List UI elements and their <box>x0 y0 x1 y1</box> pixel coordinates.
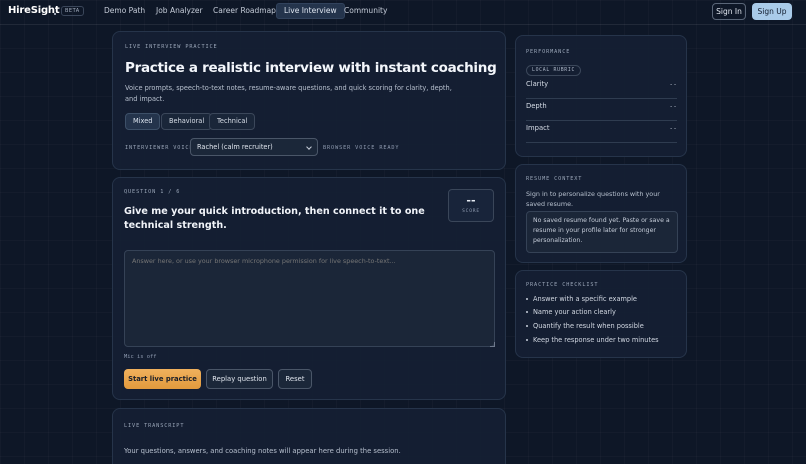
bullet-icon <box>526 298 528 300</box>
replay-question-button[interactable]: Replay question <box>206 369 273 389</box>
bullet-icon <box>526 339 528 341</box>
resize-handle-icon[interactable] <box>490 342 495 347</box>
metric-value: -- <box>669 124 677 132</box>
hero-eyebrow: LIVE INTERVIEW PRACTICE <box>125 44 218 50</box>
checklist-item: Answer with a specific example <box>526 295 637 303</box>
score-label: SCORE <box>462 209 480 214</box>
mode-chip-mixed[interactable]: Mixed <box>125 113 161 130</box>
transcript-empty-text: Your questions, answers, and coaching no… <box>124 447 401 455</box>
resume-notice: No saved resume found yet. Paste or save… <box>526 211 678 253</box>
transcript-eyebrow: LIVE TRANSCRIPT <box>124 423 185 429</box>
score-box: -- SCORE <box>448 189 494 222</box>
mode-chip-behavioral[interactable]: Behavioral <box>161 113 213 130</box>
top-nav: HireSight BETA Demo Path Job Analyzer Ca… <box>0 0 806 25</box>
metric-label: Impact <box>526 124 550 132</box>
bullet-icon <box>526 325 528 327</box>
start-live-practice-button[interactable]: Start live practice <box>124 369 201 389</box>
bullet-icon <box>526 311 528 313</box>
question-card: QUESTION 1 / 6 Give me your quick introd… <box>112 177 506 400</box>
chevron-down-icon <box>306 144 312 150</box>
voice-select-value: Rachel (calm recruiter) <box>197 143 273 151</box>
sign-in-button[interactable]: Sign In <box>712 3 746 20</box>
page-title: Practice a realistic interview with inst… <box>125 60 497 76</box>
practice-checklist-panel: PRACTICE CHECKLIST Answer with a specifi… <box>515 270 687 358</box>
metric-label: Depth <box>526 102 547 110</box>
interviewer-voice-label: INTERVIEWER VOICE <box>125 145 194 151</box>
logo-dot-icon <box>54 13 56 15</box>
performance-panel: PERFORMANCE LOCAL RUBRIC Clarity -- Dept… <box>515 35 687 157</box>
nav-link-job-analyzer[interactable]: Job Analyzer <box>149 3 210 19</box>
interviewer-voice-select[interactable]: Rachel (calm recruiter) <box>190 138 318 156</box>
checklist-eyebrow: PRACTICE CHECKLIST <box>526 282 599 288</box>
hero-description: Voice prompts, speech-to-text notes, res… <box>125 84 452 103</box>
question-counter: QUESTION 1 / 6 <box>124 189 181 195</box>
metric-value: -- <box>669 102 677 110</box>
question-text: Give me your quick introduction, then co… <box>124 206 425 231</box>
resume-context-description: Sign in to personalize questions with yo… <box>526 190 660 208</box>
nav-link-live-interview[interactable]: Live Interview <box>276 3 345 19</box>
nav-link-career-roadmap[interactable]: Career Roadmap <box>206 3 283 19</box>
checklist-item: Name your action clearly <box>526 308 616 316</box>
local-rubric-chip: LOCAL RUBRIC <box>526 65 582 76</box>
transcript-card: LIVE TRANSCRIPT Your questions, answers,… <box>112 408 506 464</box>
resume-context-eyebrow: RESUME CONTEXT <box>526 176 583 182</box>
answer-input[interactable] <box>124 250 495 347</box>
voice-status: BROWSER VOICE READY <box>323 145 400 151</box>
sign-up-button[interactable]: Sign Up <box>752 3 792 20</box>
score-value: -- <box>466 194 476 207</box>
metric-value: -- <box>669 80 677 88</box>
performance-eyebrow: PERFORMANCE <box>526 49 571 55</box>
checklist-item: Quantify the result when possible <box>526 322 644 330</box>
hero-card: LIVE INTERVIEW PRACTICE Practice a reali… <box>112 31 506 170</box>
beta-badge: BETA <box>61 6 84 16</box>
nav-link-demo-path[interactable]: Demo Path <box>97 3 152 19</box>
metric-impact: Impact -- <box>526 124 677 143</box>
checklist-item: Keep the response under two minutes <box>526 336 659 344</box>
metric-clarity: Clarity -- <box>526 80 677 99</box>
metric-depth: Depth -- <box>526 102 677 121</box>
mode-chip-technical[interactable]: Technical <box>209 113 256 130</box>
nav-link-community[interactable]: Community <box>337 3 394 19</box>
metric-label: Clarity <box>526 80 549 88</box>
resume-context-panel: RESUME CONTEXT Sign in to personalize qu… <box>515 164 687 263</box>
reset-button[interactable]: Reset <box>278 369 312 389</box>
mic-status: Mic is off <box>124 354 157 360</box>
logo[interactable]: HireSight <box>8 5 60 16</box>
